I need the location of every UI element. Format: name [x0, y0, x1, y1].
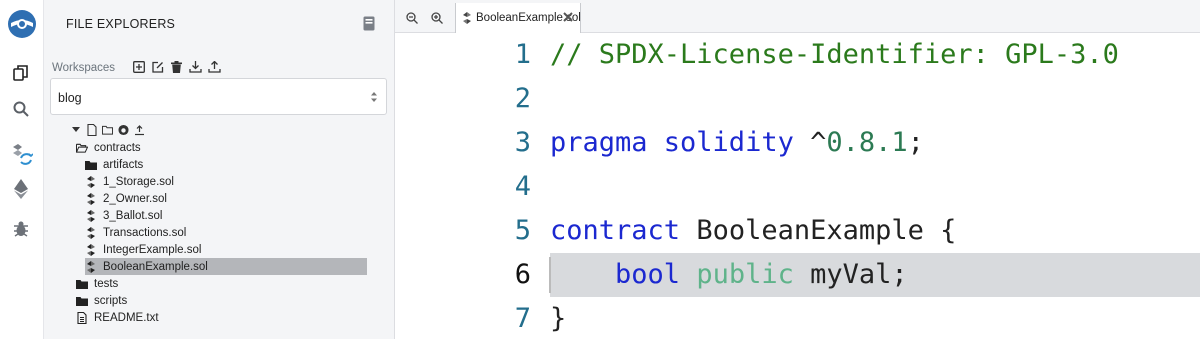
folder-icon [85, 159, 97, 171]
code-text: pragma solidity ^0.8.1; [550, 121, 924, 165]
workspace-actions [132, 60, 221, 73]
book-icon[interactable] [363, 16, 377, 32]
plus-square-icon[interactable] [132, 60, 145, 73]
solidity-file-icon [85, 260, 97, 273]
code-token: pragma solidity [550, 127, 811, 158]
zoom-out-icon[interactable] [406, 11, 418, 24]
code-token: bool [550, 259, 697, 290]
solidity-file-icon [85, 243, 97, 256]
download-icon[interactable] [189, 60, 202, 73]
tree-item-label: artifacts [103, 158, 144, 171]
solidity-file-icon [85, 175, 97, 188]
icon-sidebar [0, 0, 44, 339]
code-token: ^ [810, 127, 827, 158]
tree-item[interactable]: 2_Owner.sol [85, 190, 167, 207]
code-text: contract BooleanExample { [550, 209, 956, 253]
workspaces-label: Workspaces [52, 62, 116, 74]
tree-item-label: tests [94, 277, 119, 290]
line-number: 3 [514, 127, 531, 158]
zoom-in-icon[interactable] [431, 11, 443, 24]
tree-item-label: IntegerExample.sol [103, 243, 202, 256]
tree-toolbar [70, 124, 145, 136]
tree-item[interactable]: tests [76, 275, 118, 292]
trash-icon[interactable] [170, 60, 183, 73]
code-line[interactable]: 6 bool public myVal; [395, 253, 1200, 297]
folder-icon [76, 295, 88, 307]
solidity-file-icon [463, 12, 471, 24]
close-icon[interactable] [562, 11, 574, 23]
line-number: 6 [514, 259, 531, 290]
code-editor: BooleanExample.sol 1 // SPDX-License-Iden… [395, 0, 1200, 339]
tree-item[interactable]: Transactions.sol [85, 224, 186, 241]
code-text: // SPDX-License-Identifier: GPL-3.0 [550, 33, 1119, 77]
tree-item-label: contracts [94, 141, 141, 154]
debug-icon[interactable] [8, 216, 34, 242]
line-number: 7 [514, 303, 531, 334]
tree-item[interactable]: 1_Storage.sol [85, 173, 174, 190]
line-number: 2 [514, 83, 531, 114]
tree-item[interactable]: BooleanExample.sol [85, 258, 367, 275]
search-icon[interactable] [8, 96, 34, 122]
upload-cloud-icon[interactable] [208, 60, 221, 73]
compile-icon[interactable] [8, 142, 34, 168]
text-file-icon [76, 311, 88, 324]
remix-logo-icon[interactable] [6, 8, 38, 40]
new-folder-icon[interactable] [102, 124, 113, 136]
workspace-select-value: blog [58, 91, 82, 105]
edit-icon[interactable] [151, 60, 164, 73]
code-line[interactable]: 1 // SPDX-License-Identifier: GPL-3.0 [395, 33, 1200, 77]
tree-item-label: README.txt [94, 311, 159, 324]
code-line[interactable]: 3 pragma solidity ^0.8.1; [395, 121, 1200, 165]
file-explorer-panel: FILE EXPLORERS Workspaces blog contracts… [44, 0, 395, 339]
code-line[interactable]: 2 [395, 77, 1200, 121]
line-number: 5 [514, 215, 531, 246]
line-number: 4 [514, 171, 531, 202]
tab-booleanexample[interactable]: BooleanExample.sol [455, 3, 581, 33]
tree-item[interactable]: contracts [76, 139, 141, 156]
github-icon[interactable] [118, 124, 129, 136]
code-text: bool public myVal; [550, 253, 908, 297]
solidity-file-icon [85, 192, 97, 205]
code-token: // SPDX-License-Identifier: GPL-3.0 [550, 39, 1119, 70]
caret-down-icon[interactable] [70, 124, 81, 136]
folder-icon [76, 278, 88, 290]
code-text: } [550, 297, 566, 339]
upload-icon[interactable] [134, 124, 145, 136]
tree-item[interactable]: README.txt [76, 309, 159, 326]
files-icon[interactable] [8, 60, 34, 86]
tree-item-label: Transactions.sol [103, 226, 187, 239]
tree-item-label: 2_Owner.sol [103, 192, 167, 205]
tree-item[interactable]: scripts [76, 292, 127, 309]
line-number: 1 [514, 39, 531, 70]
editor-tabbar: BooleanExample.sol [395, 0, 1200, 33]
code-token: 0.8.1 [826, 127, 908, 158]
new-file-icon[interactable] [86, 124, 97, 136]
code-line[interactable]: 5 contract BooleanExample { [395, 209, 1200, 253]
code-area[interactable]: 1 // SPDX-License-Identifier: GPL-3.0 2 3 pr… [395, 33, 1200, 339]
panel-title: FILE EXPLORERS [66, 17, 176, 31]
code-token: myVal; [810, 259, 908, 290]
code-token: public [696, 259, 811, 290]
solidity-file-icon [85, 226, 97, 239]
deploy-icon[interactable] [8, 176, 34, 202]
tree-item-label: 1_Storage.sol [103, 175, 174, 188]
folder-open-icon [76, 142, 88, 154]
tree-item-label: 3_Ballot.sol [103, 209, 163, 222]
tree-item-label: BooleanExample.sol [103, 260, 208, 273]
tree-item-label: scripts [94, 294, 128, 307]
tree-item[interactable]: IntegerExample.sol [85, 241, 201, 258]
solidity-file-icon [85, 209, 97, 222]
code-line[interactable]: 4 [395, 165, 1200, 209]
tree-item[interactable]: 3_Ballot.sol [85, 207, 162, 224]
code-line[interactable]: 7} [395, 297, 1200, 339]
select-caret-icon [370, 90, 378, 104]
code-token: ; [907, 127, 924, 158]
code-token: BooleanExample { [696, 215, 957, 246]
workspace-select[interactable]: blog [50, 78, 387, 115]
code-token: } [550, 303, 567, 334]
code-token: contract [550, 215, 697, 246]
tree-item[interactable]: artifacts [85, 156, 143, 173]
